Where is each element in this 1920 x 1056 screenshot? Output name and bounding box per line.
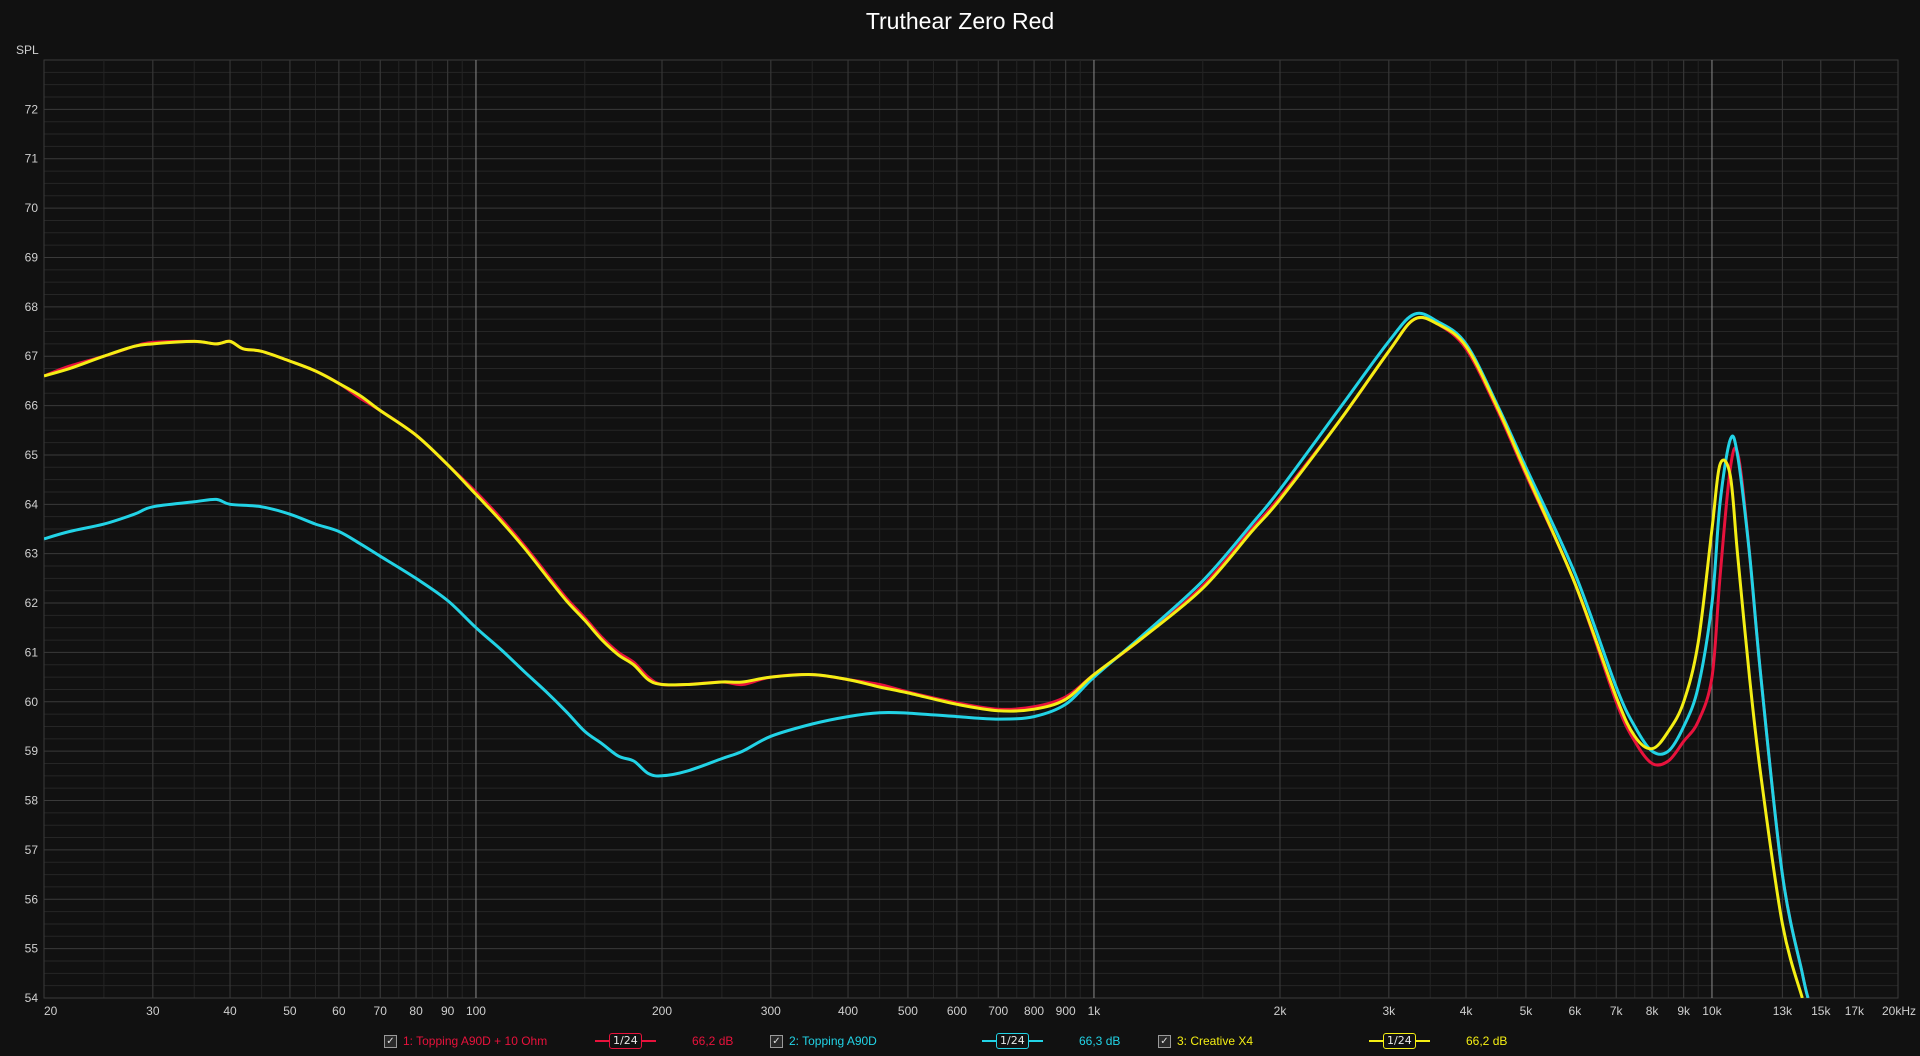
y-tick-label: 64: [25, 497, 39, 511]
legend-level-2: 66,3 dB: [1079, 1034, 1121, 1048]
x-tick-label: 600: [947, 1004, 967, 1018]
y-tick-label: 71: [25, 152, 39, 166]
x-tick-label: 2k: [1274, 1004, 1288, 1018]
y-tick-label: 66: [25, 399, 39, 413]
x-tick-label: 8k: [1646, 1004, 1660, 1018]
x-tick-label: 15k: [1811, 1004, 1831, 1018]
x-tick-label: 200: [652, 1004, 672, 1018]
y-tick-label: 59: [25, 744, 39, 758]
legend-level-3: 66,2 dB: [1466, 1034, 1508, 1048]
y-tick-label: 63: [25, 547, 39, 561]
x-tick-label: 30: [146, 1004, 160, 1018]
x-tick-label: 90: [441, 1004, 455, 1018]
y-tick-label: 55: [25, 942, 39, 956]
legend: ✓ 1: Topping A90D + 10 Ohm 1/24 66,2 dB …: [0, 1030, 1920, 1052]
x-tick-label: 70: [374, 1004, 388, 1018]
x-tick-label: 900: [1056, 1004, 1076, 1018]
legend-checkbox-1[interactable]: ✓: [384, 1034, 397, 1048]
x-tick-label: 40: [223, 1004, 237, 1018]
legend-label-3: 3: Creative X4: [1177, 1034, 1254, 1048]
x-tick-label: 400: [838, 1004, 858, 1018]
legend-checkbox-2[interactable]: ✓: [770, 1034, 783, 1048]
x-tick-label: 5k: [1520, 1004, 1534, 1018]
frequency-response-chart: 54 55 56 57 58 59 60 61 62 63 64 65 66 67 68 69 70 71 72 20…: [16, 43, 1916, 1018]
smoothing-value-2: 1/24: [996, 1033, 1029, 1049]
y-tick-label: 70: [25, 201, 39, 215]
smoothing-value-3: 1/24: [1383, 1033, 1416, 1049]
x-tick-label: 300: [761, 1004, 781, 1018]
x-tick-label: 50: [283, 1004, 297, 1018]
y-tick-label: 57: [25, 843, 39, 857]
x-tick-label: 10k: [1702, 1004, 1722, 1018]
y-axis-label: SPL: [16, 43, 39, 57]
y-tick-label: 62: [25, 596, 39, 610]
x-tick-label: 100: [466, 1004, 486, 1018]
x-tick-label: 20kHz: [1882, 1004, 1916, 1018]
x-tick-label: 9k: [1677, 1004, 1691, 1018]
x-tick-label: 80: [409, 1004, 423, 1018]
x-tick-label: 17k: [1845, 1004, 1865, 1018]
x-tick-label: 20: [44, 1004, 58, 1018]
y-tick-label: 58: [25, 794, 39, 808]
y-tick-label: 61: [25, 645, 39, 659]
smoothing-control-1[interactable]: 1/24: [595, 1032, 656, 1050]
legend-label-2: 2: Topping A90D: [789, 1034, 877, 1048]
legend-item-3[interactable]: ✓ 3: Creative X4: [1158, 1030, 1253, 1052]
x-tick-label: 7k: [1610, 1004, 1624, 1018]
legend-item-1[interactable]: ✓ 1: Topping A90D + 10 Ohm: [384, 1030, 547, 1052]
legend-level-1: 66,2 dB: [692, 1034, 734, 1048]
x-tick-label: 13k: [1773, 1004, 1793, 1018]
x-tick-label: 6k: [1569, 1004, 1583, 1018]
legend-label-1: 1: Topping A90D + 10 Ohm: [403, 1034, 548, 1048]
legend-checkbox-3[interactable]: ✓: [1158, 1034, 1171, 1048]
legend-item-2[interactable]: ✓ 2: Topping A90D: [770, 1030, 877, 1052]
smoothing-control-3[interactable]: 1/24: [1369, 1032, 1430, 1050]
x-tick-label: 4k: [1460, 1004, 1474, 1018]
y-tick-label: 54: [25, 991, 39, 1005]
y-tick-label: 68: [25, 300, 39, 314]
x-tick-label: 1k: [1088, 1004, 1102, 1018]
y-tick-label: 72: [25, 102, 39, 116]
x-tick-label: 3k: [1382, 1004, 1396, 1018]
y-tick-label: 56: [25, 892, 39, 906]
x-tick-label: 800: [1024, 1004, 1044, 1018]
x-tick-label: 500: [898, 1004, 918, 1018]
y-tick-label: 65: [25, 448, 39, 462]
smoothing-control-2[interactable]: 1/24: [982, 1032, 1043, 1050]
y-tick-label: 69: [25, 250, 39, 264]
x-tick-label: 60: [332, 1004, 346, 1018]
y-tick-label: 60: [25, 695, 39, 709]
smoothing-value-1: 1/24: [609, 1033, 642, 1049]
x-tick-label: 700: [988, 1004, 1008, 1018]
y-tick-label: 67: [25, 349, 39, 363]
